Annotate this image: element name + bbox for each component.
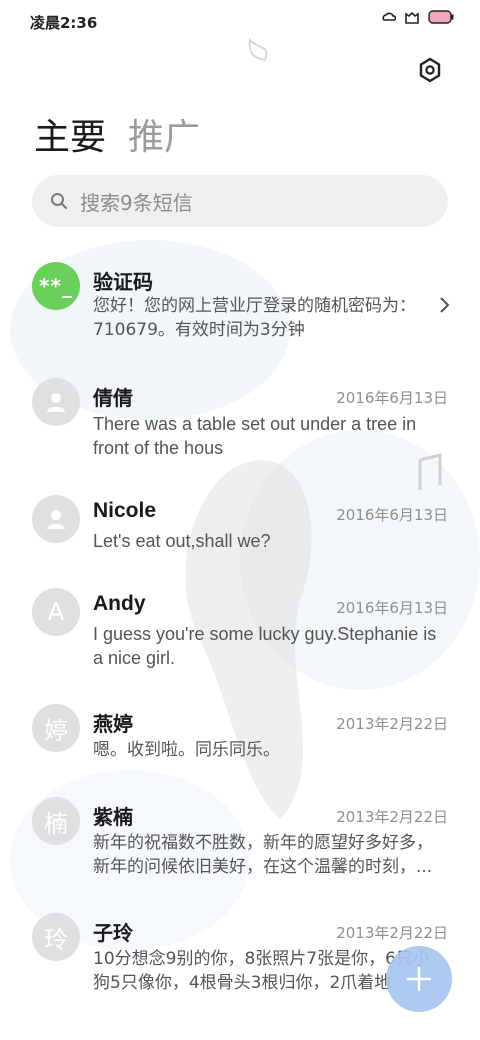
plus-icon [406, 966, 432, 992]
message-date: 2016年6月13日 [336, 506, 448, 524]
message-preview: I guess you're some lucky guy.Stephanie … [93, 624, 437, 668]
tab-promotions[interactable]: 推广 [128, 108, 200, 160]
sender-name: 燕婷 [93, 712, 133, 736]
avatar: **_ [32, 262, 80, 310]
message-preview: 新年的祝福数不胜数，新年的愿望好多好多，新年的问候依旧美好，在这个温馨的时刻，.… [93, 833, 433, 877]
person-icon [47, 393, 65, 412]
status-icons [382, 10, 454, 24]
sender-name: 紫楠 [93, 805, 133, 829]
cloud-icon [382, 12, 396, 21]
sender-name: 倩倩 [93, 386, 133, 410]
tab-main[interactable]: 主要 [34, 108, 106, 160]
avatar: 玲 [32, 913, 80, 961]
sender-name: Andy [93, 592, 146, 615]
sender-name: Nicole [93, 499, 157, 522]
battery-icon [428, 10, 454, 24]
sender-name: 验证码 [93, 270, 153, 294]
message-preview: 您好！您的网上营业厅登录的随机密码为：710679。有效时间为3分钟 [93, 296, 416, 340]
search-placeholder: 搜索9条短信 [80, 190, 193, 215]
message-date: 2013年2月22日 [336, 808, 448, 826]
folder-tabs: 主要 推广 [34, 108, 200, 160]
search-icon [51, 193, 67, 209]
avatar: 婷 [32, 704, 80, 752]
status-bar: 凌晨2:36 [0, 0, 480, 42]
message-preview: Let's eat out,shall we? [93, 531, 271, 551]
chevron-right-icon [440, 297, 450, 313]
message-preview: There was a table set out under a tree i… [93, 414, 417, 458]
avatar: 楠 [32, 797, 80, 845]
search-bar[interactable]: 搜索9条短信 [32, 175, 448, 227]
new-message-button[interactable] [386, 946, 452, 1012]
cat-icon [405, 11, 419, 24]
avatar: A [32, 588, 80, 636]
settings-button[interactable] [416, 56, 444, 84]
avatar [32, 495, 80, 543]
status-time: 凌晨2:36 [30, 14, 98, 32]
message-date: 2013年2月22日 [336, 924, 448, 942]
message-preview: 嗯。收到啦。同乐同乐。 [93, 740, 280, 760]
avatar [32, 378, 80, 426]
settings-icon [419, 57, 441, 83]
sender-name: 子玲 [93, 921, 133, 945]
person-icon [47, 510, 65, 529]
message-date: 2016年6月13日 [336, 599, 448, 617]
message-date: 2016年6月13日 [336, 389, 448, 407]
message-date: 2013年2月22日 [336, 715, 448, 733]
